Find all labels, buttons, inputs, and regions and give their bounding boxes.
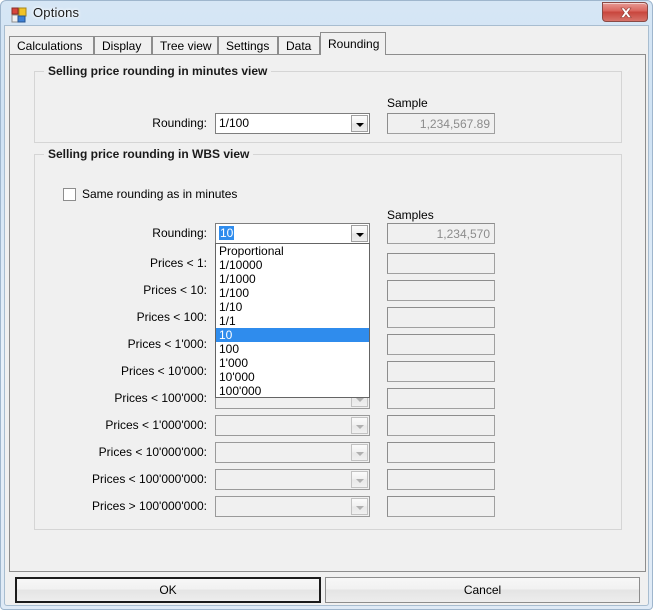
price-row-label-1: Prices < 10: — [143, 283, 207, 297]
minutes-rounding-combo[interactable]: 1/100 — [215, 113, 370, 134]
minutes-rounding-combo-value: 1/100 — [219, 116, 250, 130]
wbs-samples-field: 1,234,570 — [387, 223, 495, 244]
groupbox-wbs-view-title: Selling price rounding in WBS view — [44, 147, 254, 161]
chevron-down-icon[interactable] — [351, 417, 368, 434]
rounding-dropdown-list[interactable]: Proportional 1/10000 1/1000 1/100 1/10 1/1 10 1… — [215, 243, 370, 398]
price-row-label-0: Prices < 1: — [149, 256, 207, 270]
dropdown-option-8[interactable]: 1'000 — [216, 356, 369, 370]
dropdown-option-3[interactable]: 1/100 — [216, 286, 369, 300]
tab-calculations[interactable]: Calculations — [9, 36, 94, 54]
price-row-label-4: Prices < 10'000: — [120, 364, 207, 378]
price-row-sample-7 — [387, 442, 495, 463]
dropdown-option-10[interactable]: 100'000 — [216, 384, 369, 397]
tab-rounding[interactable]: Rounding — [320, 32, 386, 55]
minutes-rounding-label: Rounding: — [152, 116, 207, 130]
close-icon[interactable] — [602, 2, 648, 22]
price-row-label-8: Prices < 100'000'000: — [92, 472, 207, 486]
tab-settings[interactable]: Settings — [218, 36, 278, 54]
tab-strip: Calculations Display Tree view Settings … — [9, 32, 646, 55]
price-row-sample-3 — [387, 334, 495, 355]
chevron-down-icon[interactable] — [351, 225, 368, 242]
price-row-sample-8 — [387, 469, 495, 490]
price-row-sample-9 — [387, 496, 495, 517]
price-row-sample-6 — [387, 415, 495, 436]
app-options-icon — [11, 7, 27, 23]
options-window: Options Calculations Display Tree view S… — [0, 0, 653, 610]
price-row-sample-4 — [387, 361, 495, 382]
price-row-label-9: Prices > 100'000'000: — [92, 499, 207, 513]
chevron-down-icon[interactable] — [351, 444, 368, 461]
tab-page-rounding: Selling price rounding in minutes view R… — [9, 54, 646, 572]
price-row-label-6: Prices < 1'000'000: — [105, 418, 207, 432]
price-row-label-7: Prices < 10'000'000: — [98, 445, 207, 459]
price-row-combo-6[interactable] — [215, 415, 370, 436]
price-row-label-2: Prices < 100: — [136, 310, 207, 324]
cancel-button[interactable]: Cancel — [325, 577, 640, 603]
minutes-sample-value: 1,234,567.89 — [419, 117, 490, 131]
dropdown-option-6[interactable]: 10 — [216, 328, 369, 342]
price-row-label-3: Prices < 1'000: — [127, 337, 207, 351]
tab-display[interactable]: Display — [94, 36, 152, 54]
title-bar[interactable]: Options — [1, 1, 653, 28]
dropdown-option-1[interactable]: 1/10000 — [216, 258, 369, 272]
dropdown-option-7[interactable]: 100 — [216, 342, 369, 356]
groupbox-minutes-view: Selling price rounding in minutes view R… — [34, 64, 622, 143]
dropdown-option-9[interactable]: 10'000 — [216, 370, 369, 384]
chevron-down-icon[interactable] — [351, 471, 368, 488]
groupbox-wbs-view: Selling price rounding in WBS view Same … — [34, 147, 622, 530]
chevron-down-icon[interactable] — [351, 498, 368, 515]
wbs-rounding-combo[interactable]: 10 — [215, 223, 370, 244]
minutes-sample-field: 1,234,567.89 — [387, 113, 495, 134]
wbs-rounding-combo-value: 10 — [219, 226, 235, 240]
wbs-samples-header: Samples — [387, 208, 434, 222]
same-rounding-checkbox-label: Same rounding as in minutes — [82, 187, 238, 201]
checkbox-box-icon[interactable] — [63, 188, 76, 201]
price-row-combo-9[interactable] — [215, 496, 370, 517]
minutes-sample-header: Sample — [387, 96, 428, 110]
chevron-down-icon[interactable] — [351, 115, 368, 132]
price-row-combo-7[interactable] — [215, 442, 370, 463]
price-row-sample-2 — [387, 307, 495, 328]
dropdown-option-0[interactable]: Proportional — [216, 244, 369, 258]
price-row-sample-5 — [387, 388, 495, 409]
price-row-sample-1 — [387, 280, 495, 301]
tab-data[interactable]: Data — [278, 36, 320, 54]
wbs-rounding-label: Rounding: — [152, 226, 207, 240]
price-row-sample-0 — [387, 253, 495, 274]
wbs-samples-value: 1,234,570 — [436, 227, 490, 241]
price-row-combo-8[interactable] — [215, 469, 370, 490]
window-title: Options — [33, 5, 80, 20]
dropdown-option-4[interactable]: 1/10 — [216, 300, 369, 314]
tab-tree-view[interactable]: Tree view — [152, 36, 218, 54]
groupbox-minutes-view-title: Selling price rounding in minutes view — [44, 64, 272, 78]
dropdown-option-5[interactable]: 1/1 — [216, 314, 369, 328]
dropdown-option-2[interactable]: 1/1000 — [216, 272, 369, 286]
price-row-label-5: Prices < 100'000: — [114, 391, 207, 405]
ok-button[interactable]: OK — [15, 577, 321, 603]
